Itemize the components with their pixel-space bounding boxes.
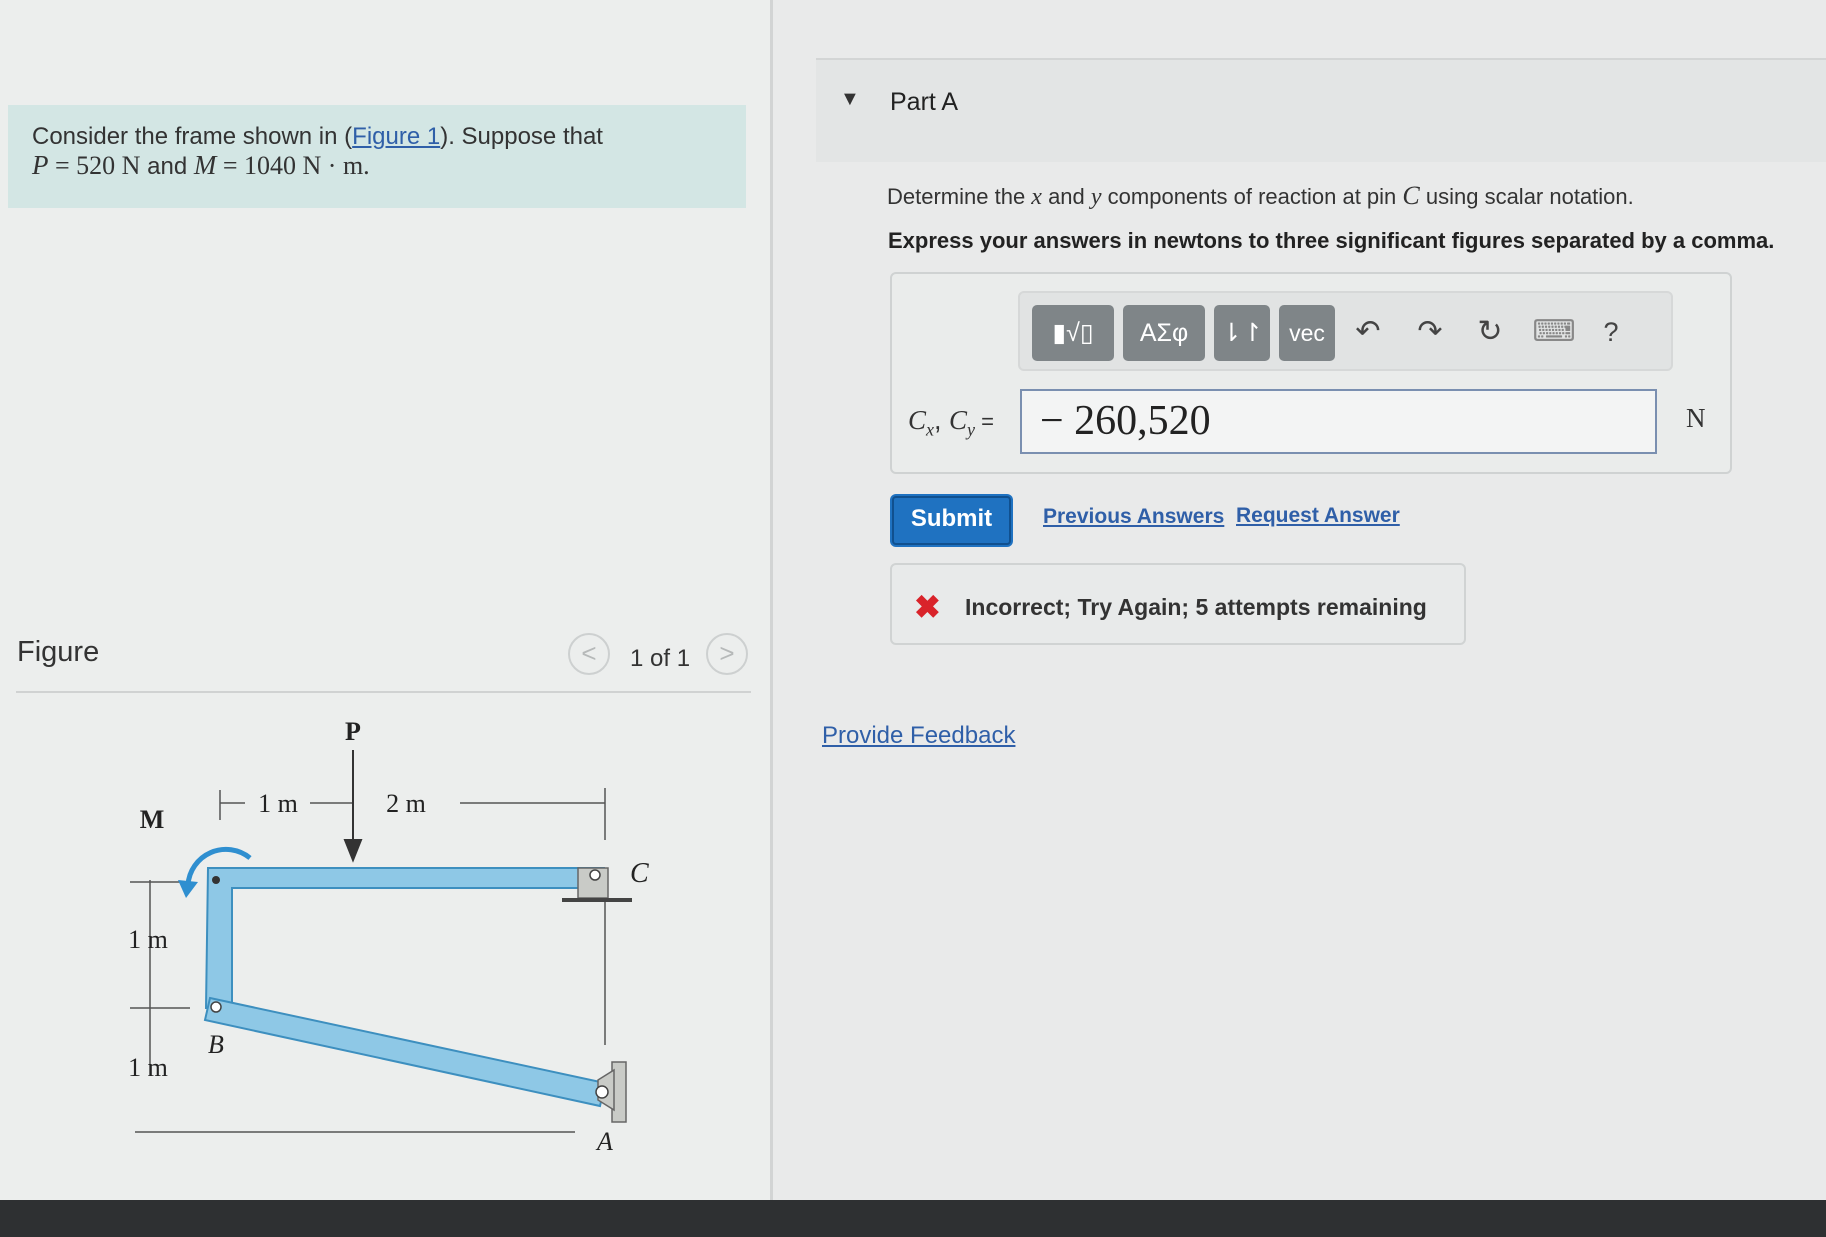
column-divider bbox=[770, 0, 773, 1205]
problem-statement: Consider the frame shown in (Figure 1). … bbox=[8, 105, 746, 208]
answer-label: Cx, Cy = bbox=[908, 405, 994, 440]
label-b: B bbox=[208, 1030, 224, 1059]
member-bc bbox=[204, 867, 605, 1009]
and-text: and bbox=[140, 153, 194, 180]
cx-label: C bbox=[908, 405, 927, 435]
request-answer-link[interactable]: Request Answer bbox=[1236, 504, 1400, 528]
frame-diagram: P M C B A 1 m 2 m 1 m 1 m bbox=[128, 717, 649, 1156]
pin-b bbox=[210, 1001, 222, 1013]
question-text: Determine the x and y components of reac… bbox=[887, 181, 1634, 211]
dim-2m-top: 2 m bbox=[386, 789, 426, 818]
cx-subscript: x bbox=[926, 419, 935, 440]
dim-1m-upper: 1 m bbox=[128, 925, 168, 954]
collapse-triangle-icon[interactable]: ▼ bbox=[840, 88, 860, 111]
problem-text: ). Suppose that bbox=[440, 123, 603, 150]
figure-link[interactable]: Figure 1 bbox=[352, 123, 440, 150]
answer-input[interactable]: − 260,520 bbox=[1020, 389, 1657, 454]
label-separator: , bbox=[934, 405, 950, 435]
part-a-header[interactable] bbox=[816, 58, 1826, 162]
undo-icon[interactable]: ↶ bbox=[1348, 307, 1388, 357]
reset-icon[interactable]: ↻ bbox=[1470, 307, 1510, 357]
figure-counter: 1 of 1 bbox=[630, 645, 691, 672]
previous-answers-link[interactable]: Previous Answers bbox=[1043, 505, 1224, 529]
screen-bottom-bezel bbox=[0, 1200, 1826, 1237]
label-equals: = bbox=[975, 409, 995, 434]
question-fragment: and bbox=[1041, 184, 1091, 209]
keyboard-icon[interactable]: ⌨ bbox=[1532, 307, 1576, 357]
y-variable: y bbox=[1090, 184, 1102, 210]
greek-symbols-button[interactable]: ΑΣφ bbox=[1123, 305, 1205, 361]
c-variable: C bbox=[1402, 181, 1420, 210]
joint-dot bbox=[212, 876, 220, 884]
cy-label: C bbox=[949, 405, 968, 435]
sub-superscript-button[interactable]: ⇂↾ bbox=[1214, 305, 1270, 361]
dim-1m-lower: 1 m bbox=[128, 1053, 168, 1082]
dim-1m-top: 1 m bbox=[258, 789, 298, 818]
label-a: A bbox=[595, 1127, 613, 1156]
redo-icon[interactable]: ↷ bbox=[1410, 307, 1450, 357]
submit-button[interactable]: Submit bbox=[892, 496, 1011, 545]
question-fragment: components of reaction at pin bbox=[1101, 184, 1403, 209]
part-title[interactable]: Part A bbox=[890, 88, 958, 117]
problem-line-2: P = 520 N and M = 1040 N · m. bbox=[32, 151, 746, 181]
x-variable: x bbox=[1031, 184, 1042, 210]
templates-button[interactable]: ▮√▯ bbox=[1032, 305, 1114, 361]
provide-feedback-link[interactable]: Provide Feedback bbox=[822, 722, 1015, 750]
p-variable: P bbox=[32, 150, 49, 180]
load-p-arrow bbox=[343, 750, 363, 863]
pin-a-support bbox=[595, 1061, 627, 1123]
member-ab bbox=[203, 996, 607, 1108]
unit-label: N bbox=[1686, 403, 1706, 433]
incorrect-x-icon: ✖ bbox=[914, 589, 941, 625]
cy-subscript: y bbox=[967, 419, 976, 440]
label-p: P bbox=[345, 717, 361, 746]
vector-button[interactable]: vec bbox=[1279, 305, 1335, 361]
label-c: C bbox=[630, 858, 649, 889]
feedback-message: Incorrect; Try Again; 5 attempts remaini… bbox=[965, 594, 1427, 620]
help-button[interactable]: ? bbox=[1596, 307, 1626, 357]
label-m: M bbox=[140, 805, 165, 834]
previous-figure-button[interactable]: < bbox=[568, 633, 610, 675]
question-fragment: using scalar notation. bbox=[1419, 184, 1634, 209]
question-fragment: Determine the bbox=[887, 184, 1032, 209]
equation-toolbar: ▮√▯ ΑΣφ ⇂↾ vec ↶ ↷ ↻ ⌨ ? bbox=[1018, 291, 1673, 371]
p-value: = 520 N bbox=[48, 151, 141, 180]
problem-text: Consider the frame shown in ( bbox=[32, 123, 353, 150]
m-variable: M bbox=[193, 150, 217, 180]
answer-instruction: Express your answers in newtons to three… bbox=[888, 228, 1775, 253]
problem-line-1: Consider the frame shown in (Figure 1). … bbox=[32, 123, 746, 151]
m-value: = 1040 N · m. bbox=[216, 151, 370, 180]
figure-heading: Figure bbox=[17, 636, 100, 668]
next-figure-button[interactable]: > bbox=[706, 633, 748, 675]
figure-divider bbox=[16, 691, 751, 693]
